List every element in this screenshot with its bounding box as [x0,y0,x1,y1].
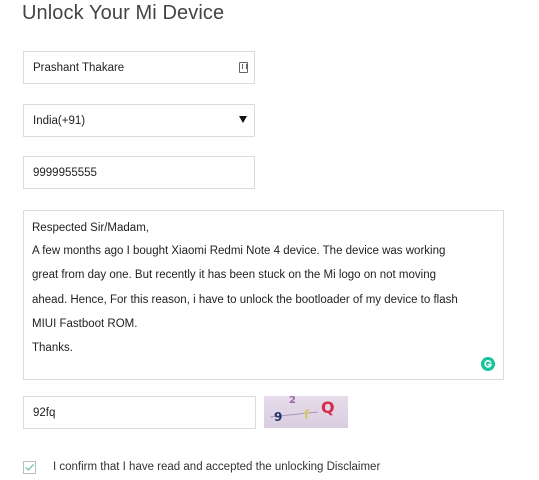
captcha-input[interactable]: 92fq [23,396,256,429]
message-line: A few months ago I bought Xiaomi Redmi N… [32,245,446,257]
disclaimer-label: I confirm that I have read and accepted … [53,461,381,473]
message-line: great from day one. But recently it has … [32,269,437,282]
captcha-image[interactable]: 9 2 f Q [264,395,348,428]
captcha-char: f [304,408,310,422]
message-textarea[interactable]: Respected Sir/Madam, A few months ago I … [23,210,504,380]
page-title: Unlock Your Mi Device [22,2,225,24]
disclaimer-checkbox[interactable] [23,460,36,474]
message-line: MIUI Fastboot ROM. [32,317,138,330]
chevron-down-icon [239,116,247,123]
grammarly-icon[interactable] [481,357,495,371]
checkmark-icon [25,463,34,471]
country-select[interactable]: India(+91) [23,104,255,137]
disclaimer-agree-row: I confirm that I have read and accepted … [23,458,380,476]
message-line: Thanks. [32,342,73,355]
captcha-char: Q [321,398,335,417]
captcha-char: 2 [289,395,296,406]
name-input-value: Prashant Thakare [33,61,125,74]
autofill-key-icon[interactable] [239,62,248,73]
captcha-char: 9 [274,410,283,424]
message-line: Respected Sir/Madam, [32,222,149,234]
message-line: ahead. Hence, For this reason, i have to… [32,293,458,306]
name-input[interactable]: Prashant Thakare [23,51,255,84]
phone-input[interactable]: 9999955555 [23,156,255,189]
phone-input-value: 9999955555 [33,166,97,179]
captcha-input-value: 92fq [33,406,56,419]
country-select-value: India(+91) [33,114,86,127]
